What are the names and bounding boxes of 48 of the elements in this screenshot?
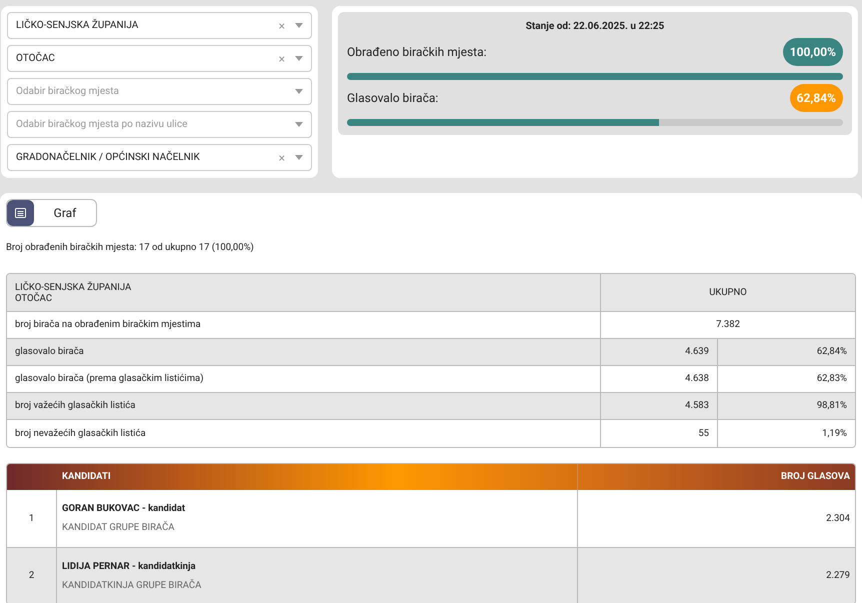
table-cell: 55 <box>601 420 718 448</box>
table-cell: broj važećih glasačkih listića <box>7 393 601 420</box>
header-line: LIČKO-SENJSKA ŽUPANIJA <box>15 282 132 293</box>
table-cell: 4.639 <box>601 339 718 366</box>
caret-icon <box>295 56 303 61</box>
summary-text: Broj obrađenih biračkih mjesta: 17 od ukupno 17 (100,00%) <box>6 241 255 255</box>
table-cell-text: 98,81% <box>816 399 848 414</box>
table-cell: broj nevažećih glasačkih listića <box>7 420 601 448</box>
table-cell: 4.638 <box>601 366 718 392</box>
table-cell-text: 62,83% <box>816 372 848 386</box>
meter-label: Obrađeno biračkih mjesta: <box>347 44 487 61</box>
table-header-cell-text: UKUPNO <box>708 286 748 300</box>
table-view-button[interactable] <box>7 200 34 226</box>
caret-icon <box>295 155 303 160</box>
table-cell: broj birača na obrađenim biračkim mjestima <box>7 312 601 338</box>
table-cell: 2 <box>7 548 57 603</box>
candidate-name: GORAN BUKOVAC - kandidat <box>62 502 186 516</box>
table-cell: glasovalo birača <box>7 339 601 366</box>
table-cell-text: 7.382 <box>715 318 741 332</box>
caret-icon <box>295 23 303 28</box>
header-line: OTOČAC <box>15 292 53 304</box>
caret-icon <box>295 122 303 127</box>
table-cell-text: 2.304 <box>825 512 851 526</box>
select-value: GRADONAČELNIK / OPĆINSKI NAČELNIK <box>16 150 201 165</box>
select-field[interactable]: LIČKO-SENJSKA ŽUPANIJA × <box>7 12 312 39</box>
select-placeholder: Odabir biračkog mjesta <box>16 85 120 99</box>
status-title: Stanje od: 22.06.2025. u 22:25 <box>524 20 666 34</box>
select-placeholder: Odabir biračkog mjesta po nazivu ulice <box>16 118 188 132</box>
select-value: OTOČAC <box>16 51 56 66</box>
list-icon <box>15 208 26 218</box>
table-header-cell-text: BROJ GLASOVA <box>780 470 851 484</box>
percent-badge: 100,00% <box>782 38 843 66</box>
candidate-group: KANDIDAT GRUPE BIRAČA <box>62 521 572 536</box>
view-toggle[interactable]: Graf <box>6 199 97 227</box>
table-cell-text: 1,19% <box>821 426 848 441</box>
table-cell: 4.583 <box>601 393 718 420</box>
table-cell-text: 62,84% <box>816 345 848 360</box>
table-cell: glasovalo birača (prema glasačkim listićima) <box>7 366 601 392</box>
percent-badge: 62,84% <box>790 84 843 112</box>
select-value: LIČKO-SENJSKA ŽUPANIJA <box>16 18 140 33</box>
meter-label: Glasovalo birača: <box>347 90 438 107</box>
graph-tab[interactable]: Graf <box>34 204 96 222</box>
select-field[interactable]: GRADONAČELNIK / OPĆINSKI NAČELNIK × <box>7 144 312 171</box>
candidate-group: KANDIDATKINJA GRUPE BIRAČA <box>62 578 572 593</box>
select-field[interactable]: OTOČAC × <box>7 45 312 72</box>
candidate-name: LIDIJA PERNAR - kandidatkinja <box>62 560 197 574</box>
table-cell-text: 2.279 <box>825 569 851 584</box>
caret-icon <box>295 89 303 94</box>
